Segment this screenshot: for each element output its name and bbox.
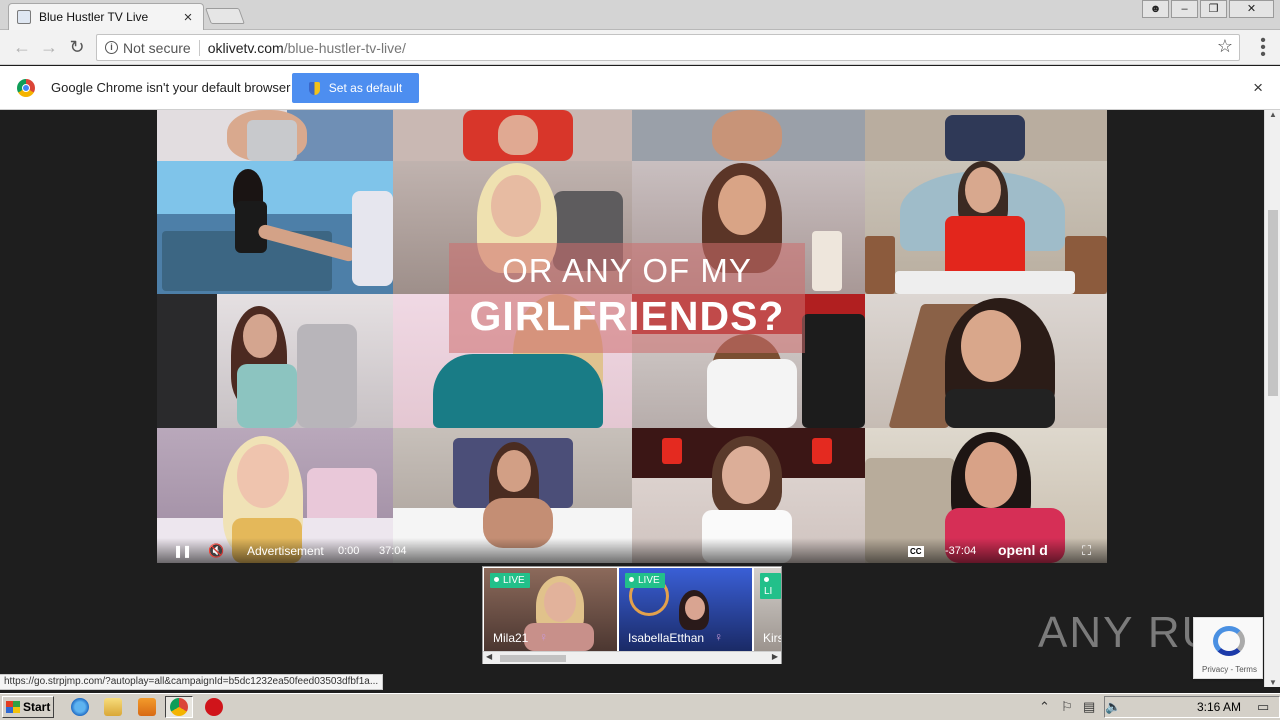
restore-button[interactable]: ❐: [1200, 0, 1227, 18]
video-frame: [157, 110, 393, 161]
kebab-menu-icon[interactable]: • • •: [1260, 33, 1266, 63]
scroll-right-icon[interactable]: ▶: [772, 652, 778, 661]
video-frame: [865, 161, 1107, 294]
live-model-name: Mila21: [493, 631, 529, 645]
tab-title: Blue Hustler TV Live: [39, 10, 149, 24]
divider: [198, 39, 200, 56]
scroll-down-icon[interactable]: ▼: [1269, 678, 1277, 687]
live-cams-carousel: LIVE Mila21 ♀ LIVE IsabellaEtthan ♀ LI K…: [482, 566, 782, 664]
user-profile-icon[interactable]: ☻: [1142, 0, 1169, 18]
windows-logo-icon: [6, 701, 20, 713]
address-bar[interactable]: i Not secure oklivetv.com /blue-hustler-…: [96, 34, 1240, 61]
pause-icon[interactable]: ❚❚: [173, 544, 192, 558]
recaptcha-links[interactable]: Privacy - Terms: [1202, 665, 1257, 674]
forward-arrow-icon[interactable]: →: [37, 36, 61, 60]
back-arrow-icon[interactable]: ←: [10, 36, 34, 60]
tab-strip: Blue Hustler TV Live × ☻ – ❐ ✕: [0, 0, 1280, 30]
shield-icon: [308, 81, 320, 95]
video-frame: [632, 110, 865, 161]
browser-tab[interactable]: Blue Hustler TV Live ×: [8, 3, 204, 30]
default-browser-infobar: Google Chrome isn't your default browser…: [0, 66, 1280, 110]
video-frame: [393, 110, 632, 161]
security-label: Not secure: [123, 39, 191, 56]
live-badge: LIVE: [490, 573, 530, 588]
female-icon: ♀: [714, 630, 723, 644]
player-brand-logo[interactable]: openl d: [998, 542, 1048, 558]
live-card[interactable]: LI Kirs: [754, 568, 781, 651]
windows-taskbar: Start ⌃ ⚐ ▤ 🔈 3:16 AM ▭: [0, 693, 1280, 720]
live-model-name: Kirs: [763, 631, 781, 645]
volume-icon[interactable]: 🔈: [1105, 699, 1121, 715]
remaining-time: -37:04: [945, 545, 977, 557]
carousel-scrollbar[interactable]: ◀ ▶: [483, 651, 781, 664]
closed-captions-button[interactable]: CC: [908, 546, 924, 557]
fullscreen-icon[interactable]: ⛶: [1082, 543, 1091, 559]
live-badge: LIVE: [625, 573, 665, 588]
live-model-name: IsabellaEtthan: [628, 631, 705, 645]
chrome-icon: [170, 698, 188, 716]
infobar-message: Google Chrome isn't your default browser: [51, 80, 291, 95]
video-frame: [865, 294, 1107, 428]
female-icon: ♀: [539, 630, 548, 644]
browser-toolbar: ← → ↻ i Not secure oklivetv.com /blue-hu…: [0, 30, 1280, 65]
page-content: OR ANY OF MY GIRLFRIENDS? ❚❚ 🔇 Advertise…: [0, 110, 1264, 687]
taskbar-clock[interactable]: 3:16 AM: [1197, 700, 1241, 714]
live-card[interactable]: LIVE Mila21 ♀: [484, 568, 617, 651]
set-as-default-label: Set as default: [328, 81, 403, 95]
stop-icon[interactable]: [205, 698, 223, 716]
info-icon[interactable]: i: [105, 41, 118, 54]
new-tab-button[interactable]: [205, 8, 245, 24]
scrollbar-thumb[interactable]: [1268, 210, 1278, 396]
url-host: oklivetv.com: [207, 39, 284, 56]
video-frame: [865, 110, 1107, 161]
reload-icon[interactable]: ↻: [65, 36, 89, 60]
recaptcha-badge[interactable]: Privacy - Terms: [1193, 617, 1263, 679]
recaptcha-logo-icon: [1213, 626, 1245, 656]
media-player-icon[interactable]: [138, 698, 156, 716]
action-center-flag-icon[interactable]: ⚐: [1061, 699, 1073, 715]
video-frame: [157, 161, 393, 294]
file-explorer-icon[interactable]: [104, 698, 122, 716]
tab-close-icon[interactable]: ×: [181, 9, 195, 26]
mute-icon[interactable]: 🔇: [208, 543, 224, 559]
url-path: /blue-hustler-tv-live/: [283, 39, 406, 56]
system-tray: ⌃ ⚐ ▤ 🔈 3:16 AM ▭: [1039, 696, 1280, 718]
internet-explorer-icon[interactable]: [71, 698, 89, 716]
promo-headline-line2: GIRLFRIENDS?: [469, 293, 785, 339]
advertisement-label: Advertisement: [247, 544, 324, 558]
chrome-logo-icon: [17, 79, 35, 97]
total-time: 37:04: [379, 545, 407, 557]
video-controls: ❚❚ 🔇 Advertisement 0:00 37:04 CC -37:04 …: [157, 538, 1107, 563]
show-hidden-icons-icon[interactable]: ⌃: [1039, 699, 1050, 715]
live-badge: LI: [760, 573, 781, 599]
video-frame: [157, 294, 393, 428]
show-desktop-icon[interactable]: ▭: [1257, 699, 1269, 715]
scroll-up-icon[interactable]: ▲: [1269, 110, 1277, 119]
scrollbar-thumb[interactable]: [500, 655, 566, 662]
set-as-default-button[interactable]: Set as default: [292, 73, 419, 103]
start-button[interactable]: Start: [2, 696, 54, 718]
scroll-left-icon[interactable]: ◀: [486, 652, 492, 661]
infobar-close-icon[interactable]: ×: [1253, 78, 1263, 98]
promo-headline-line1: OR ANY OF MY: [502, 252, 752, 289]
window-controls: ☻ – ❐ ✕: [1140, 0, 1274, 18]
minimize-button[interactable]: –: [1171, 0, 1198, 18]
current-time: 0:00: [338, 545, 360, 557]
status-bar-url: https://go.strpjmp.com/?autoplay=all&cam…: [0, 674, 384, 690]
page-scrollbar[interactable]: ▲ ▼: [1264, 110, 1280, 687]
live-card[interactable]: LIVE IsabellaEtthan ♀: [619, 568, 752, 651]
close-window-button[interactable]: ✕: [1229, 0, 1274, 18]
start-label: Start: [23, 700, 51, 714]
video-ad-player[interactable]: OR ANY OF MY GIRLFRIENDS? ❚❚ 🔇 Advertise…: [157, 110, 1107, 563]
page-favicon-icon: [17, 10, 31, 24]
network-icon[interactable]: ▤: [1083, 699, 1095, 715]
chrome-taskbar-button[interactable]: [165, 696, 193, 718]
star-icon[interactable]: ☆: [1217, 36, 1233, 57]
